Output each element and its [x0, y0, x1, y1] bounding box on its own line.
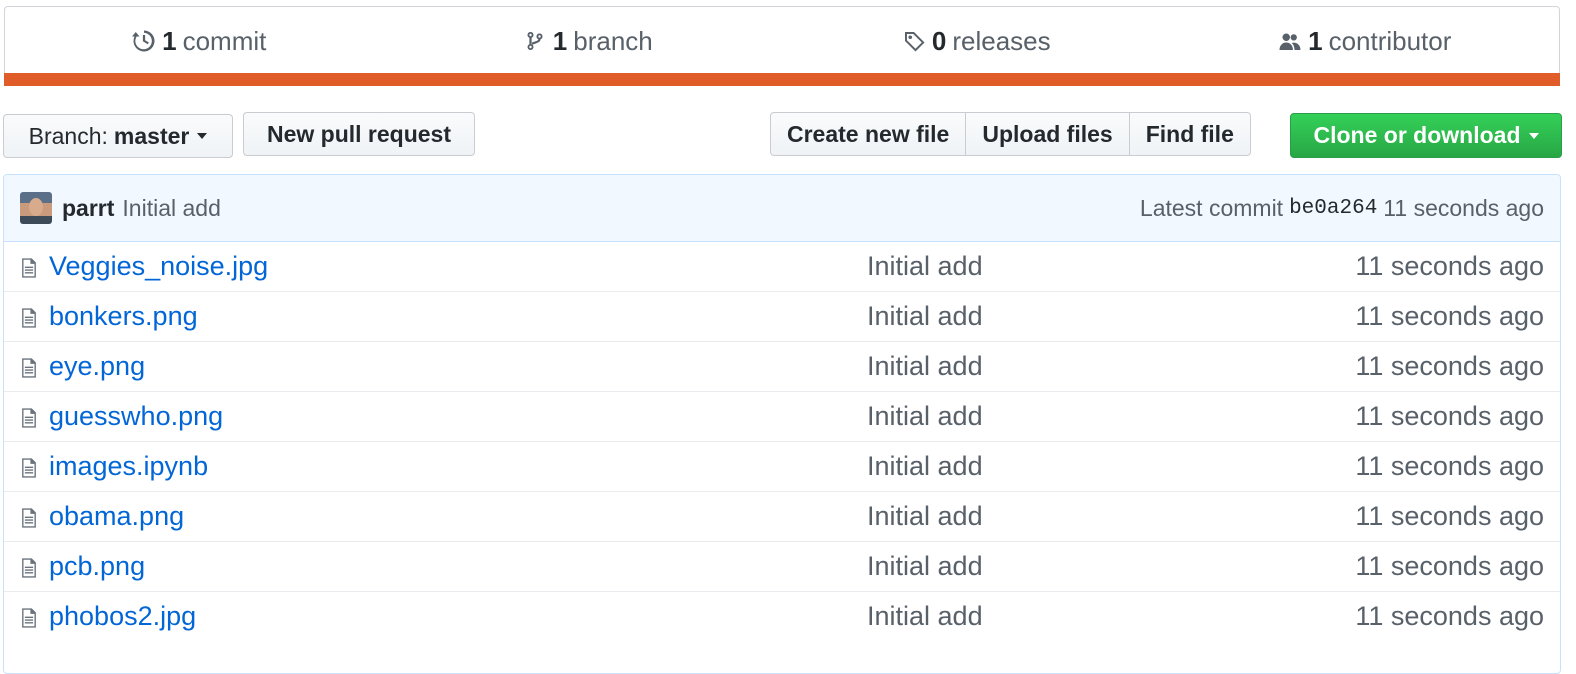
commits-count: 1 [162, 25, 177, 56]
file-listing: parrt Initial add Latest commit be0a264 … [3, 174, 1561, 674]
branch-prefix: Branch: [28, 122, 108, 149]
file-row: bonkers.png Initial add 11 seconds ago [4, 291, 1560, 341]
file-row: images.ipynb Initial add 11 seconds ago [4, 441, 1560, 491]
file-age: 11 seconds ago [1355, 551, 1544, 581]
file-icon [22, 558, 36, 578]
file-commit-message[interactable]: Initial add [867, 601, 983, 632]
clone-label: Clone or download [1313, 122, 1521, 148]
branch-name: master [113, 122, 190, 149]
file-icon [22, 458, 36, 478]
file-name-link[interactable]: eye.png [49, 351, 145, 382]
contributors-link[interactable]: 1 contributor [1171, 7, 1560, 75]
file-age: 11 seconds ago [1355, 451, 1544, 481]
commit-message[interactable]: Initial add [122, 195, 220, 222]
file-icon [22, 358, 36, 378]
tag-icon [904, 32, 925, 52]
file-icon [22, 508, 36, 528]
file-actions-group: Create new file Upload files Find file [770, 112, 1251, 156]
file-rows: Veggies_noise.jpg Initial add 11 seconds… [4, 242, 1560, 641]
people-icon [1279, 33, 1301, 50]
upload-files-button[interactable]: Upload files [965, 112, 1130, 156]
file-name-link[interactable]: images.ipynb [49, 451, 208, 482]
clone-or-download-button[interactable]: Clone or download [1290, 113, 1562, 158]
file-row: phobos2.jpg Initial add 11 seconds ago [4, 591, 1560, 641]
releases-label: releases [952, 25, 1051, 56]
latest-commit-label: Latest commit [1139, 194, 1284, 221]
file-age: 11 seconds ago [1355, 501, 1544, 531]
file-row: guesswho.png Initial add 11 seconds ago [4, 391, 1560, 441]
commit-sha[interactable]: be0a264 [1289, 197, 1377, 220]
file-name-link[interactable]: bonkers.png [49, 301, 198, 332]
language-bar[interactable] [4, 73, 1560, 86]
file-icon [22, 608, 36, 628]
releases-link[interactable]: 0 releases [782, 7, 1171, 75]
commit-tease: parrt Initial add Latest commit be0a264 … [4, 175, 1560, 242]
file-row: pcb.png Initial add 11 seconds ago [4, 541, 1560, 591]
file-icon [22, 308, 36, 328]
commit-age: 11 seconds ago [1383, 194, 1544, 221]
branches-link[interactable]: 1 branch [394, 7, 783, 75]
commits-link[interactable]: 1 commit [5, 7, 394, 75]
branches-label: branch [573, 25, 653, 56]
file-commit-message[interactable]: Initial add [867, 451, 983, 482]
file-icon [22, 408, 36, 428]
file-name-link[interactable]: guesswho.png [49, 401, 223, 432]
branches-count: 1 [552, 25, 568, 56]
file-commit-message[interactable]: Initial add [867, 551, 983, 582]
file-commit-message[interactable]: Initial add [867, 501, 983, 532]
create-new-file-button[interactable]: Create new file [770, 112, 967, 156]
new-pull-request-button[interactable]: New pull request [243, 112, 475, 156]
file-icon [22, 258, 36, 278]
file-name-link[interactable]: phobos2.jpg [49, 601, 196, 632]
file-commit-message[interactable]: Initial add [867, 351, 983, 382]
file-row: obama.png Initial add 11 seconds ago [4, 491, 1560, 541]
find-file-button[interactable]: Find file [1128, 112, 1251, 156]
file-row: eye.png Initial add 11 seconds ago [4, 341, 1560, 391]
caret-down-icon [197, 133, 208, 139]
releases-count: 0 [931, 25, 947, 56]
avatar[interactable] [20, 192, 52, 224]
file-commit-message[interactable]: Initial add [867, 251, 983, 282]
history-icon [132, 30, 155, 52]
file-name-link[interactable]: pcb.png [49, 551, 145, 582]
file-commit-message[interactable]: Initial add [867, 301, 983, 332]
file-age: 11 seconds ago [1355, 601, 1544, 631]
file-name-link[interactable]: Veggies_noise.jpg [49, 251, 268, 282]
repo-summary: 1 commit 1 branch 0 releases 1 contribut… [4, 6, 1560, 86]
file-age: 11 seconds ago [1355, 401, 1544, 431]
file-name-link[interactable]: obama.png [49, 501, 184, 532]
branch-icon [527, 32, 543, 51]
caret-down-icon [1528, 132, 1539, 139]
file-age: 11 seconds ago [1355, 251, 1544, 281]
branch-select-button[interactable]: Branch: master [3, 114, 233, 158]
file-row: Veggies_noise.jpg Initial add 11 seconds… [4, 242, 1560, 291]
file-age: 11 seconds ago [1355, 301, 1544, 331]
contributors-count: 1 [1308, 25, 1323, 56]
contributors-label: contributor [1328, 25, 1452, 56]
commit-author[interactable]: parrt [62, 195, 114, 222]
file-commit-message[interactable]: Initial add [867, 401, 983, 432]
file-age: 11 seconds ago [1355, 351, 1544, 381]
commits-label: commit [182, 25, 267, 56]
